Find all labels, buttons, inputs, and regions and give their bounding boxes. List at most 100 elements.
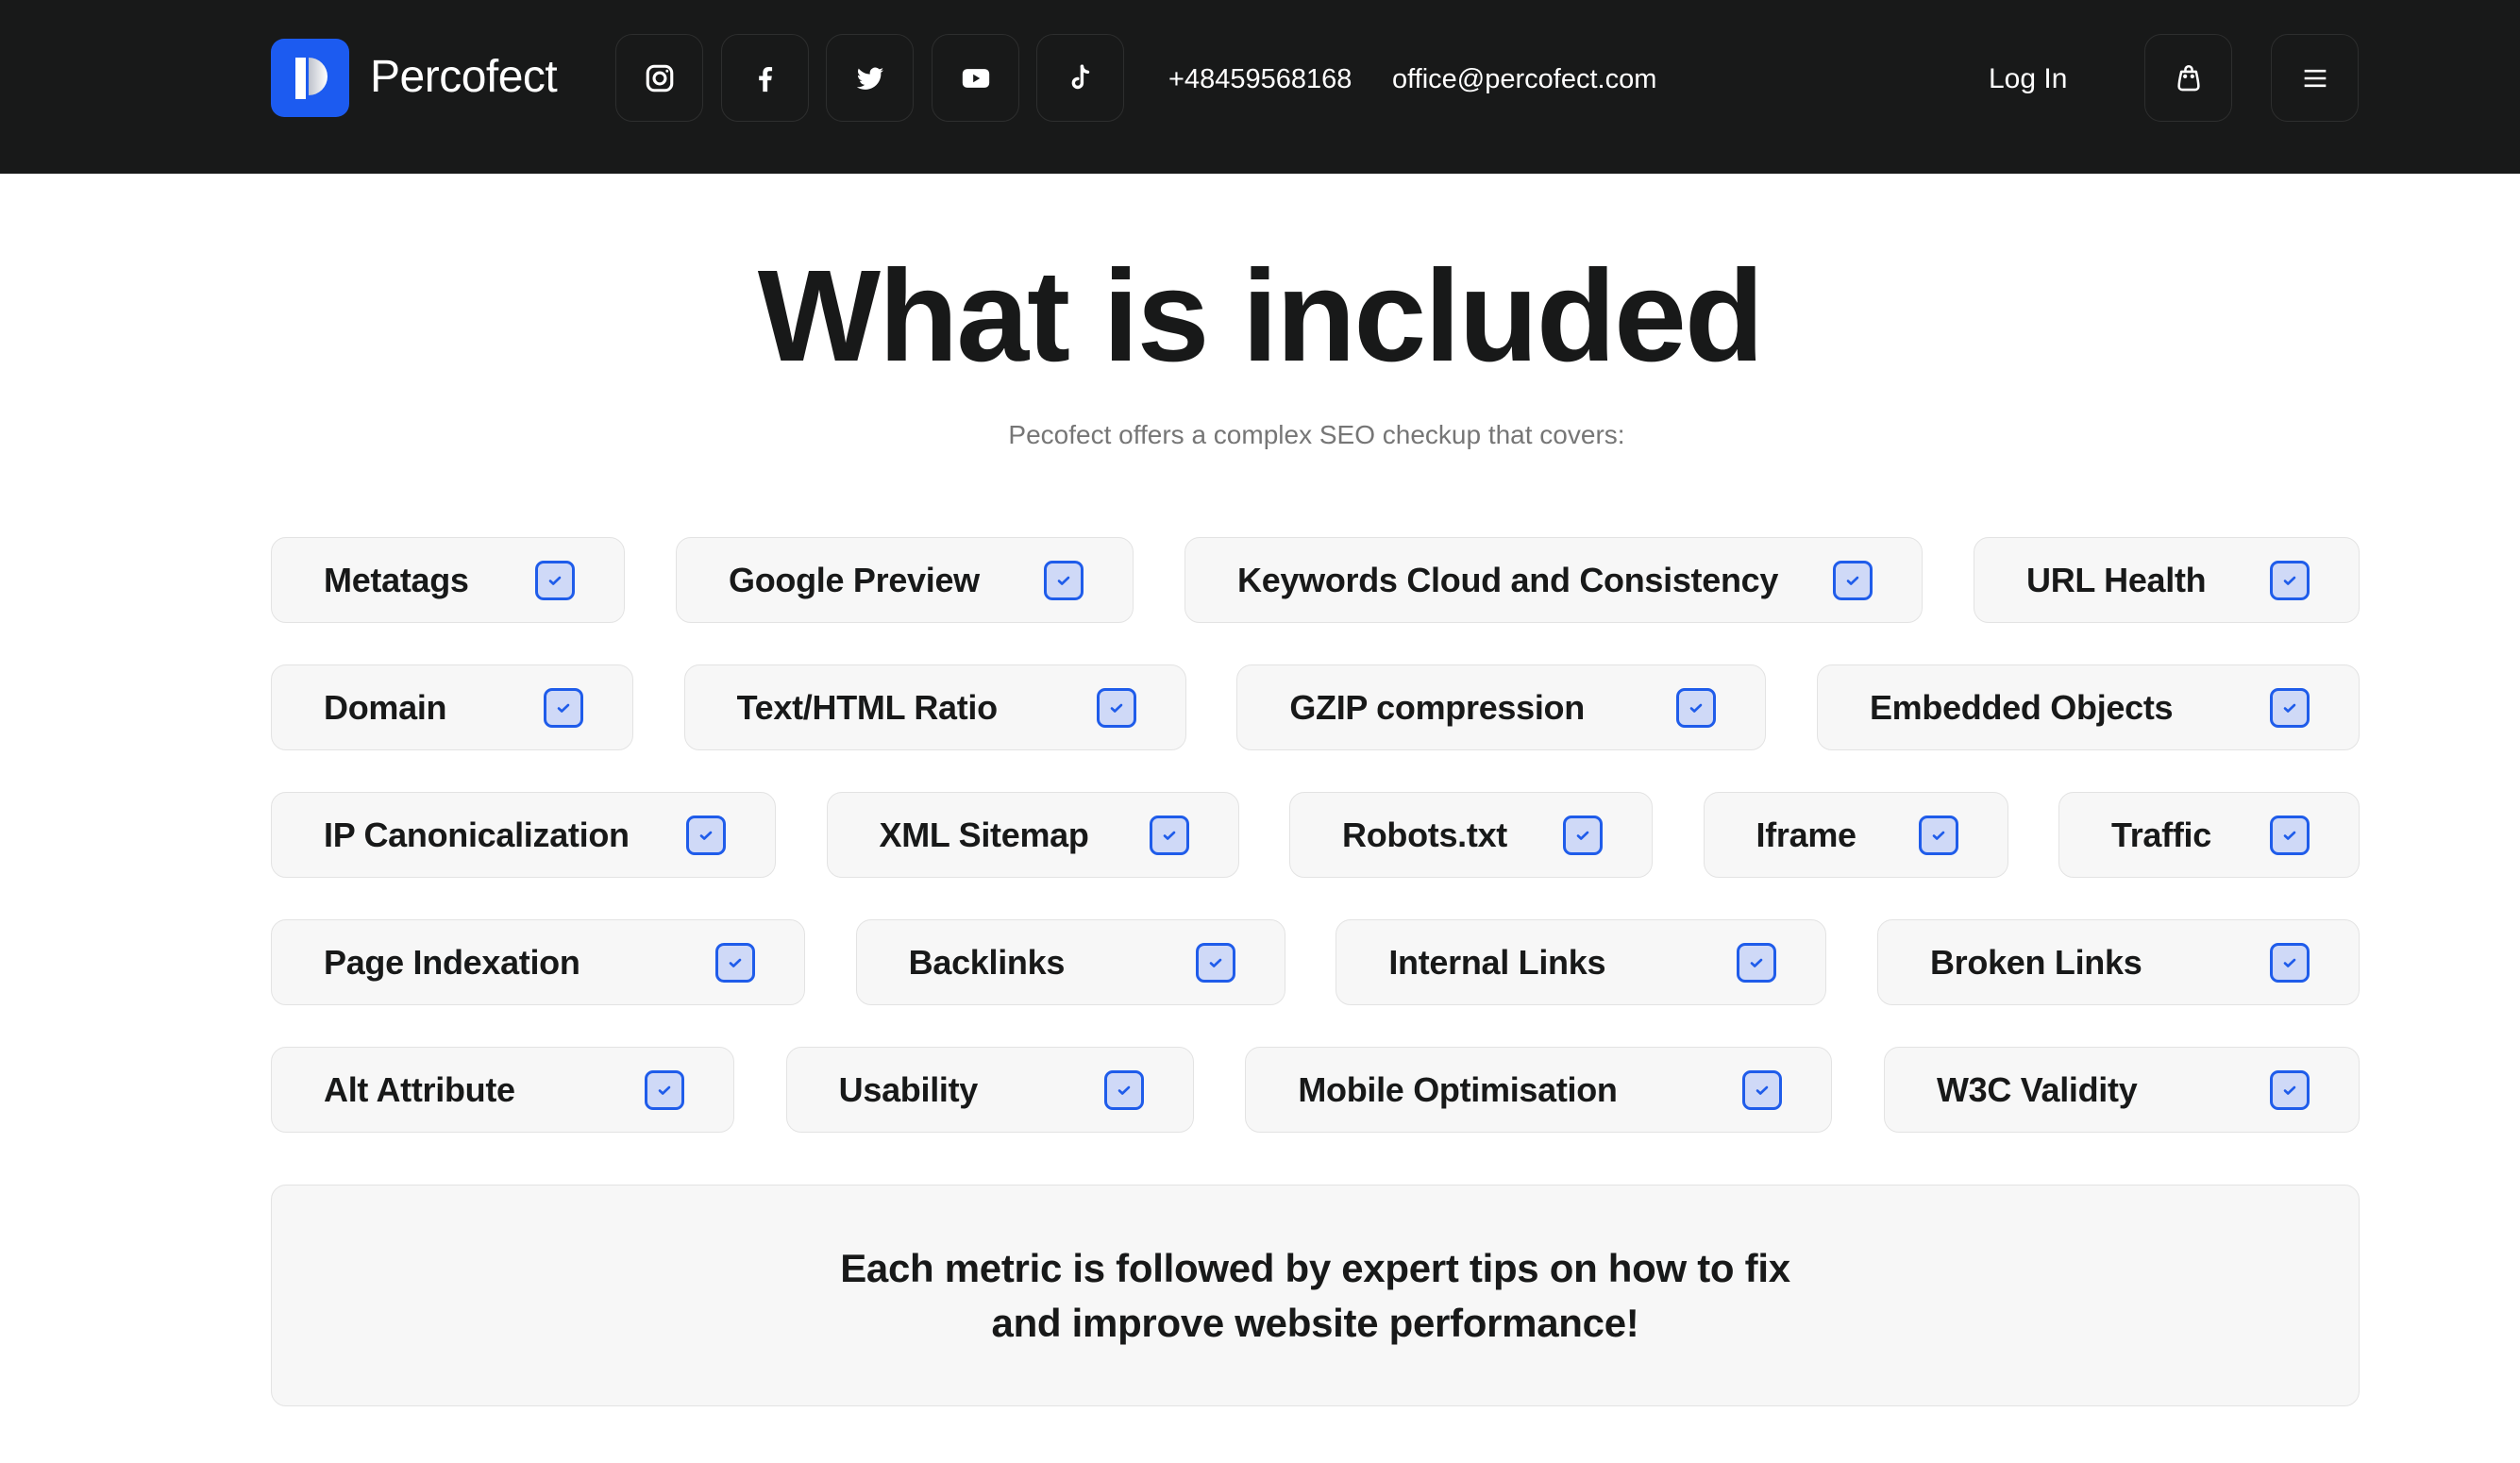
- checkmark-icon: [2283, 703, 2296, 713]
- checkmark-icon: [1756, 1085, 1769, 1095]
- feature-label: Metatags: [324, 560, 469, 599]
- feature-checkbox[interactable]: [1833, 560, 1873, 600]
- feature-checkbox[interactable]: [1742, 1069, 1783, 1110]
- checkmark-icon: [1932, 831, 1944, 840]
- feature-label: GZIP compression: [1289, 687, 1585, 727]
- feature-label: XML Sitemap: [879, 815, 1089, 854]
- feature-tag[interactable]: Alt Attribute: [271, 1047, 734, 1133]
- feature-tag[interactable]: IP Canonicalization: [271, 792, 776, 878]
- callout-line-1: Each metric is followed by expert tips o…: [840, 1245, 1790, 1290]
- feature-label: Keywords Cloud and Consistency: [1237, 560, 1779, 599]
- feature-tag[interactable]: Broken Links: [1876, 919, 2360, 1005]
- feature-checkbox[interactable]: [686, 815, 726, 855]
- feature-checkbox[interactable]: [2269, 687, 2310, 728]
- feature-checkbox[interactable]: [1044, 560, 1084, 600]
- feature-checkbox[interactable]: [2270, 815, 2310, 855]
- feature-label: Embedded Objects: [1869, 687, 2174, 727]
- instagram-button[interactable]: [615, 34, 703, 122]
- feature-checkbox[interactable]: [1096, 687, 1136, 728]
- feature-list: Metatags Google Preview Keywords Cloud and…: [271, 537, 2360, 1174]
- site-header: Percofect +48459568168 office@percofect.…: [0, 0, 2520, 174]
- feature-tag[interactable]: Keywords Cloud and Consistency: [1184, 537, 1923, 623]
- feature-tag[interactable]: Backlinks: [855, 919, 1285, 1005]
- checkmark-icon: [658, 1085, 671, 1095]
- feature-label: Google Preview: [729, 560, 980, 599]
- feature-tag[interactable]: GZIP compression: [1236, 664, 1767, 750]
- feature-tag[interactable]: Usability: [785, 1047, 1194, 1133]
- feature-row: Domain Text/HTML Ratio GZIP compression Emb…: [271, 664, 2360, 750]
- cart-button[interactable]: [2144, 34, 2232, 122]
- email-link[interactable]: office@percofect.com: [1392, 60, 1656, 98]
- feature-row: Page Indexation Backlinks Internal Links Br…: [271, 919, 2360, 1005]
- feature-label: Page Indexation: [324, 942, 580, 982]
- logo-icon[interactable]: [271, 39, 349, 117]
- feature-row: IP Canonicalization XML Sitemap Robots.txt…: [271, 792, 2360, 878]
- feature-checkbox[interactable]: [2270, 560, 2310, 600]
- feature-checkbox[interactable]: [1918, 815, 1958, 855]
- feature-checkbox[interactable]: [544, 687, 583, 728]
- feature-label: Internal Links: [1388, 942, 1606, 982]
- feature-label: Alt Attribute: [324, 1069, 515, 1109]
- phone-link[interactable]: +48459568168: [1168, 60, 1352, 98]
- feature-row: Alt Attribute Usability Mobile Optimisatio…: [271, 1047, 2360, 1133]
- feature-tag[interactable]: Internal Links: [1336, 919, 1827, 1005]
- page-subtitle: Pecofect offers a complex SEO checkup th…: [1008, 420, 1625, 449]
- page-title: What is included: [757, 244, 1764, 389]
- feature-tag[interactable]: Mobile Optimisation: [1245, 1047, 1833, 1133]
- youtube-button[interactable]: [932, 34, 1019, 122]
- feature-label: Usability: [838, 1069, 979, 1109]
- feature-checkbox[interactable]: [1676, 687, 1717, 728]
- feature-tag[interactable]: XML Sitemap: [826, 792, 1239, 878]
- facebook-icon: [758, 66, 772, 92]
- checkmark-icon: [1576, 831, 1589, 840]
- feature-tag[interactable]: Page Indexation: [271, 919, 805, 1005]
- feature-tag[interactable]: Embedded Objects: [1816, 664, 2360, 750]
- facebook-button[interactable]: [721, 34, 809, 122]
- checkmark-icon: [1163, 831, 1175, 840]
- checkmark-icon: [1110, 703, 1122, 713]
- feature-tag[interactable]: W3C Validity: [1883, 1047, 2360, 1133]
- checkmark-icon: [1209, 958, 1221, 967]
- twitter-button[interactable]: [826, 34, 914, 122]
- feature-tag[interactable]: Google Preview: [676, 537, 1134, 623]
- tiktok-icon: [1071, 64, 1089, 89]
- tiktok-button[interactable]: [1036, 34, 1124, 122]
- checkmark-icon: [1057, 576, 1070, 585]
- feature-checkbox[interactable]: [1563, 815, 1603, 855]
- feature-checkbox[interactable]: [1737, 942, 1777, 983]
- callout-line-2: and improve website performance!: [991, 1300, 1639, 1345]
- feature-checkbox[interactable]: [535, 560, 575, 600]
- checkmark-icon: [557, 703, 570, 713]
- checkmark-icon: [1846, 576, 1859, 585]
- feature-tag[interactable]: Traffic: [2058, 792, 2360, 878]
- feature-row: Metatags Google Preview Keywords Cloud and…: [271, 537, 2360, 623]
- callout-text: Each metric is followed by expert tips o…: [840, 1241, 1790, 1351]
- checkmark-icon: [1690, 703, 1703, 713]
- feature-checkbox[interactable]: [645, 1069, 684, 1110]
- feature-checkbox[interactable]: [1103, 1069, 1144, 1110]
- menu-button[interactable]: [2271, 34, 2359, 122]
- feature-label: Backlinks: [908, 942, 1066, 982]
- logo-bar: [295, 58, 306, 99]
- feature-tag[interactable]: Metatags: [271, 537, 625, 623]
- feature-tag[interactable]: Robots.txt: [1289, 792, 1653, 878]
- feature-tag[interactable]: Iframe: [1703, 792, 2008, 878]
- checkmark-icon: [699, 831, 713, 840]
- feature-tag[interactable]: Domain: [271, 664, 633, 750]
- checkmark-icon: [1751, 958, 1763, 967]
- info-callout: Each metric is followed by expert tips o…: [271, 1185, 2360, 1406]
- login-link[interactable]: Log In: [1989, 60, 2067, 98]
- feature-label: Broken Links: [1929, 942, 2142, 982]
- feature-label: Mobile Optimisation: [1298, 1069, 1618, 1109]
- feature-checkbox[interactable]: [1195, 942, 1235, 983]
- feature-checkbox[interactable]: [715, 942, 755, 983]
- instagram-icon: [646, 64, 673, 92]
- feature-tag[interactable]: Text/HTML Ratio: [683, 664, 1186, 750]
- feature-label: W3C Validity: [1936, 1069, 2138, 1109]
- feature-label: Domain: [324, 687, 447, 727]
- feature-tag[interactable]: URL Health: [1974, 537, 2360, 623]
- brand-name[interactable]: Percofect: [370, 49, 558, 106]
- feature-checkbox[interactable]: [2269, 1069, 2310, 1110]
- feature-checkbox[interactable]: [1149, 815, 1189, 855]
- feature-checkbox[interactable]: [2269, 942, 2310, 983]
